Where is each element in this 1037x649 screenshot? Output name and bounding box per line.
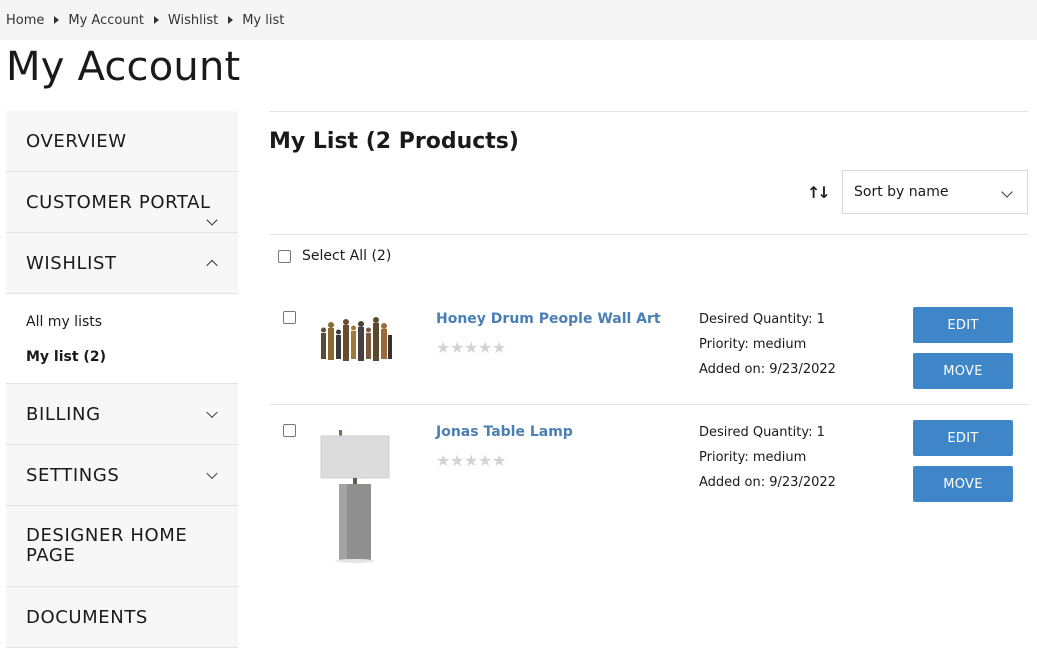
star-icon: ★ — [492, 338, 507, 357]
chevron-down-icon — [1001, 186, 1013, 198]
breadcrumb-wishlist[interactable]: Wishlist — [168, 13, 218, 28]
select-all-label: Select All (2) — [302, 248, 392, 264]
product-image[interactable] — [317, 313, 395, 365]
chevron-up-icon — [206, 259, 218, 272]
product-image[interactable] — [317, 426, 397, 564]
caret-right-icon — [228, 16, 234, 24]
priority: Priority: medium — [699, 337, 807, 352]
breadcrumb-home[interactable]: Home — [6, 13, 44, 28]
star-icon: ★ — [492, 451, 507, 470]
select-all-checkbox[interactable] — [278, 249, 291, 263]
breadcrumb: Home My Account Wishlist My list — [0, 0, 1037, 40]
product-checkbox[interactable] — [283, 424, 296, 437]
added-on: Added on: 9/23/2022 — [699, 475, 836, 490]
sidebar-item-label: WISHLIST — [26, 252, 117, 274]
wishlist-submenu: All my lists My list (2) — [6, 294, 238, 384]
breadcrumb-my-account[interactable]: My Account — [68, 13, 144, 28]
star-icon: ★ — [464, 451, 479, 470]
submenu-all-my-lists[interactable]: All my lists — [26, 312, 218, 347]
submenu-my-list[interactable]: My list (2) — [26, 347, 218, 382]
edit-button[interactable]: EDIT — [913, 307, 1013, 343]
sidebar-item-billing[interactable]: BILLING — [6, 384, 238, 445]
product-name-link[interactable]: Honey Drum People Wall Art — [436, 311, 661, 327]
star-icon: ★ — [450, 451, 465, 470]
breadcrumb-current: My list — [242, 12, 285, 28]
caret-right-icon — [153, 16, 159, 24]
caret-right-icon — [54, 16, 60, 24]
star-icon: ★ — [478, 451, 493, 470]
sidebar-item-label: SETTINGS — [26, 464, 120, 486]
sort-select[interactable]: Sort by name — [842, 170, 1028, 214]
divider — [269, 404, 1028, 405]
move-button[interactable]: MOVE — [913, 353, 1013, 389]
priority: Priority: medium — [699, 450, 807, 465]
sidebar-item-label: DOCUMENTS — [26, 606, 148, 628]
product-meta: Desired Quantity: 1 Priority: medium Add… — [699, 311, 836, 386]
sidebar-item-label: DESIGNER HOME PAGE — [26, 525, 188, 566]
star-icon: ★ — [464, 338, 479, 357]
chevron-down-icon — [206, 214, 218, 226]
sidebar-item-customer-portal[interactable]: CUSTOMER PORTAL — [6, 172, 238, 233]
added-on: Added on: 9/23/2022 — [699, 362, 836, 377]
sidebar-item-settings[interactable]: SETTINGS — [6, 445, 238, 506]
chevron-down-icon — [206, 406, 218, 419]
star-icon: ★ — [436, 338, 451, 357]
desired-quantity: Desired Quantity: 1 — [699, 312, 825, 327]
sidebar-item-overview[interactable]: OVERVIEW — [6, 111, 238, 172]
sidebar-item-label: BILLING — [26, 403, 101, 425]
star-icon: ★ — [478, 338, 493, 357]
rating-stars: ★ ★ ★ ★ ★ — [436, 453, 506, 469]
product-meta: Desired Quantity: 1 Priority: medium Add… — [699, 424, 836, 499]
sort-direction-icon[interactable]: ↑↓ — [807, 183, 831, 202]
product-name-link[interactable]: Jonas Table Lamp — [436, 424, 573, 440]
sidebar-item-designer-home-page[interactable]: DESIGNER HOME PAGE — [6, 506, 238, 587]
sort-select-value: Sort by name — [854, 184, 949, 200]
sidebar-item-label: CUSTOMER PORTAL — [26, 191, 211, 213]
select-all[interactable]: Select All (2) — [278, 248, 391, 264]
product-checkbox[interactable] — [283, 311, 296, 324]
list-title: My List (2 Products) — [269, 129, 519, 154]
edit-button[interactable]: EDIT — [913, 420, 1013, 456]
divider — [269, 111, 1028, 112]
chevron-down-icon — [206, 467, 218, 480]
sidebar-item-documents[interactable]: DOCUMENTS — [6, 587, 238, 648]
divider — [269, 234, 1028, 235]
desired-quantity: Desired Quantity: 1 — [699, 425, 825, 440]
move-button[interactable]: MOVE — [913, 466, 1013, 502]
sidebar-item-wishlist[interactable]: WISHLIST — [6, 233, 238, 294]
account-sidebar: OVERVIEW CUSTOMER PORTAL WISHLIST All my… — [6, 111, 238, 648]
sidebar-item-label: OVERVIEW — [26, 130, 127, 152]
star-icon: ★ — [436, 451, 451, 470]
star-icon: ★ — [450, 338, 465, 357]
rating-stars: ★ ★ ★ ★ ★ — [436, 340, 506, 356]
page-title: My Account — [6, 44, 241, 90]
